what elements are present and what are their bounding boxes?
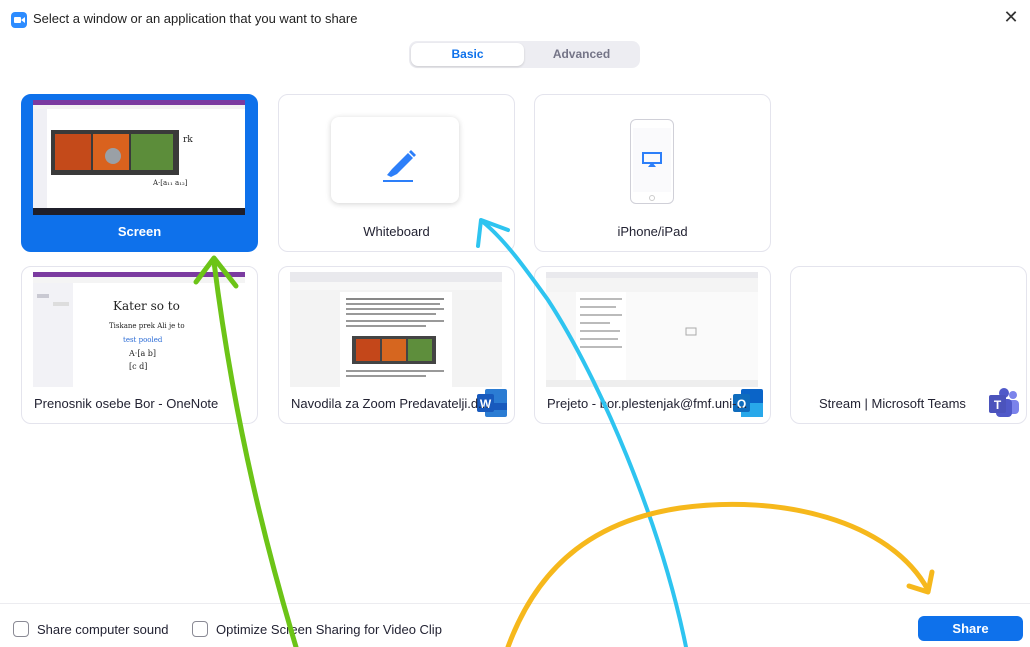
iphone-ipad-label: iPhone/iPad [617,224,688,239]
pen-icon [383,150,416,182]
share-option-iphone-ipad[interactable]: iPhone/iPad [534,94,771,252]
share-option-whiteboard[interactable]: Whiteboard [278,94,515,252]
optimize-video-clip-option[interactable]: Optimize Screen Sharing for Video Clip [192,620,442,638]
share-option-word[interactable]: W Navodila za Zoom Predavatelji.d... [278,266,515,424]
onenote-thumbnail: Kater so to Tiskane prek Ali je to test … [33,272,245,387]
share-option-teams[interactable]: T Stream | Microsoft Teams [790,266,1027,424]
share-option-screen[interactable]: rk A·[a₁₁ a₁₂] Screen [21,94,258,252]
tab-basic[interactable]: Basic [411,43,524,66]
optimize-video-clip-label: Optimize Screen Sharing for Video Clip [216,621,442,637]
close-icon[interactable]: ✕ [1000,6,1022,28]
svg-text:rk: rk [183,135,193,145]
svg-text:[c d]: [c d] [129,362,147,371]
screen-label: Screen [117,224,162,239]
svg-text:Kater so to: Kater so to [113,299,180,313]
airplay-icon [642,152,662,167]
screen-thumbnail: rk A·[a₁₁ a₁₂] [33,100,245,215]
whiteboard-label: Whiteboard [363,224,430,239]
orange-arrow-head [906,569,935,595]
svg-text:test pooled: test pooled [123,336,163,344]
title-bar: Select a window or an application that y… [0,0,1030,40]
outlook-thumbnail [546,272,758,387]
whiteboard-preview [331,117,459,203]
outlook-label: Prejeto - bor.plestenjak@fmf.uni-... [547,396,748,411]
word-label: Navodila za Zoom Predavatelji.d... [291,396,489,411]
footer-divider [0,603,1030,604]
window-title: Select a window or an application that y… [33,11,358,26]
share-option-outlook[interactable]: O Prejeto - bor.plestenjak@fmf.uni-... [534,266,771,424]
tab-advanced[interactable]: Advanced [525,43,638,66]
svg-text:A·[a₁₁ a₁₂]: A·[a₁₁ a₁₂] [152,179,188,187]
share-button[interactable]: Share [918,616,1023,641]
share-mode-tabs: Basic Advanced [409,41,640,68]
share-computer-sound-option[interactable]: Share computer sound [13,620,169,638]
teams-label: Stream | Microsoft Teams [819,396,966,411]
zoom-app-icon [11,12,27,28]
onenote-label: Prenosnik osebe Bor - OneNote [34,396,219,411]
orange-arrow [505,501,931,647]
word-thumbnail [290,272,502,387]
svg-text:Tiskane prek Ali je to: Tiskane prek Ali je to [109,322,185,330]
share-computer-sound-checkbox[interactable] [13,621,29,637]
share-option-onenote[interactable]: Kater so to Tiskane prek Ali je to test … [21,266,258,424]
share-computer-sound-label: Share computer sound [37,621,169,637]
ipad-preview [630,119,674,204]
svg-text:A·[a b]: A·[a b] [128,349,156,358]
optimize-video-clip-checkbox[interactable] [192,621,208,637]
